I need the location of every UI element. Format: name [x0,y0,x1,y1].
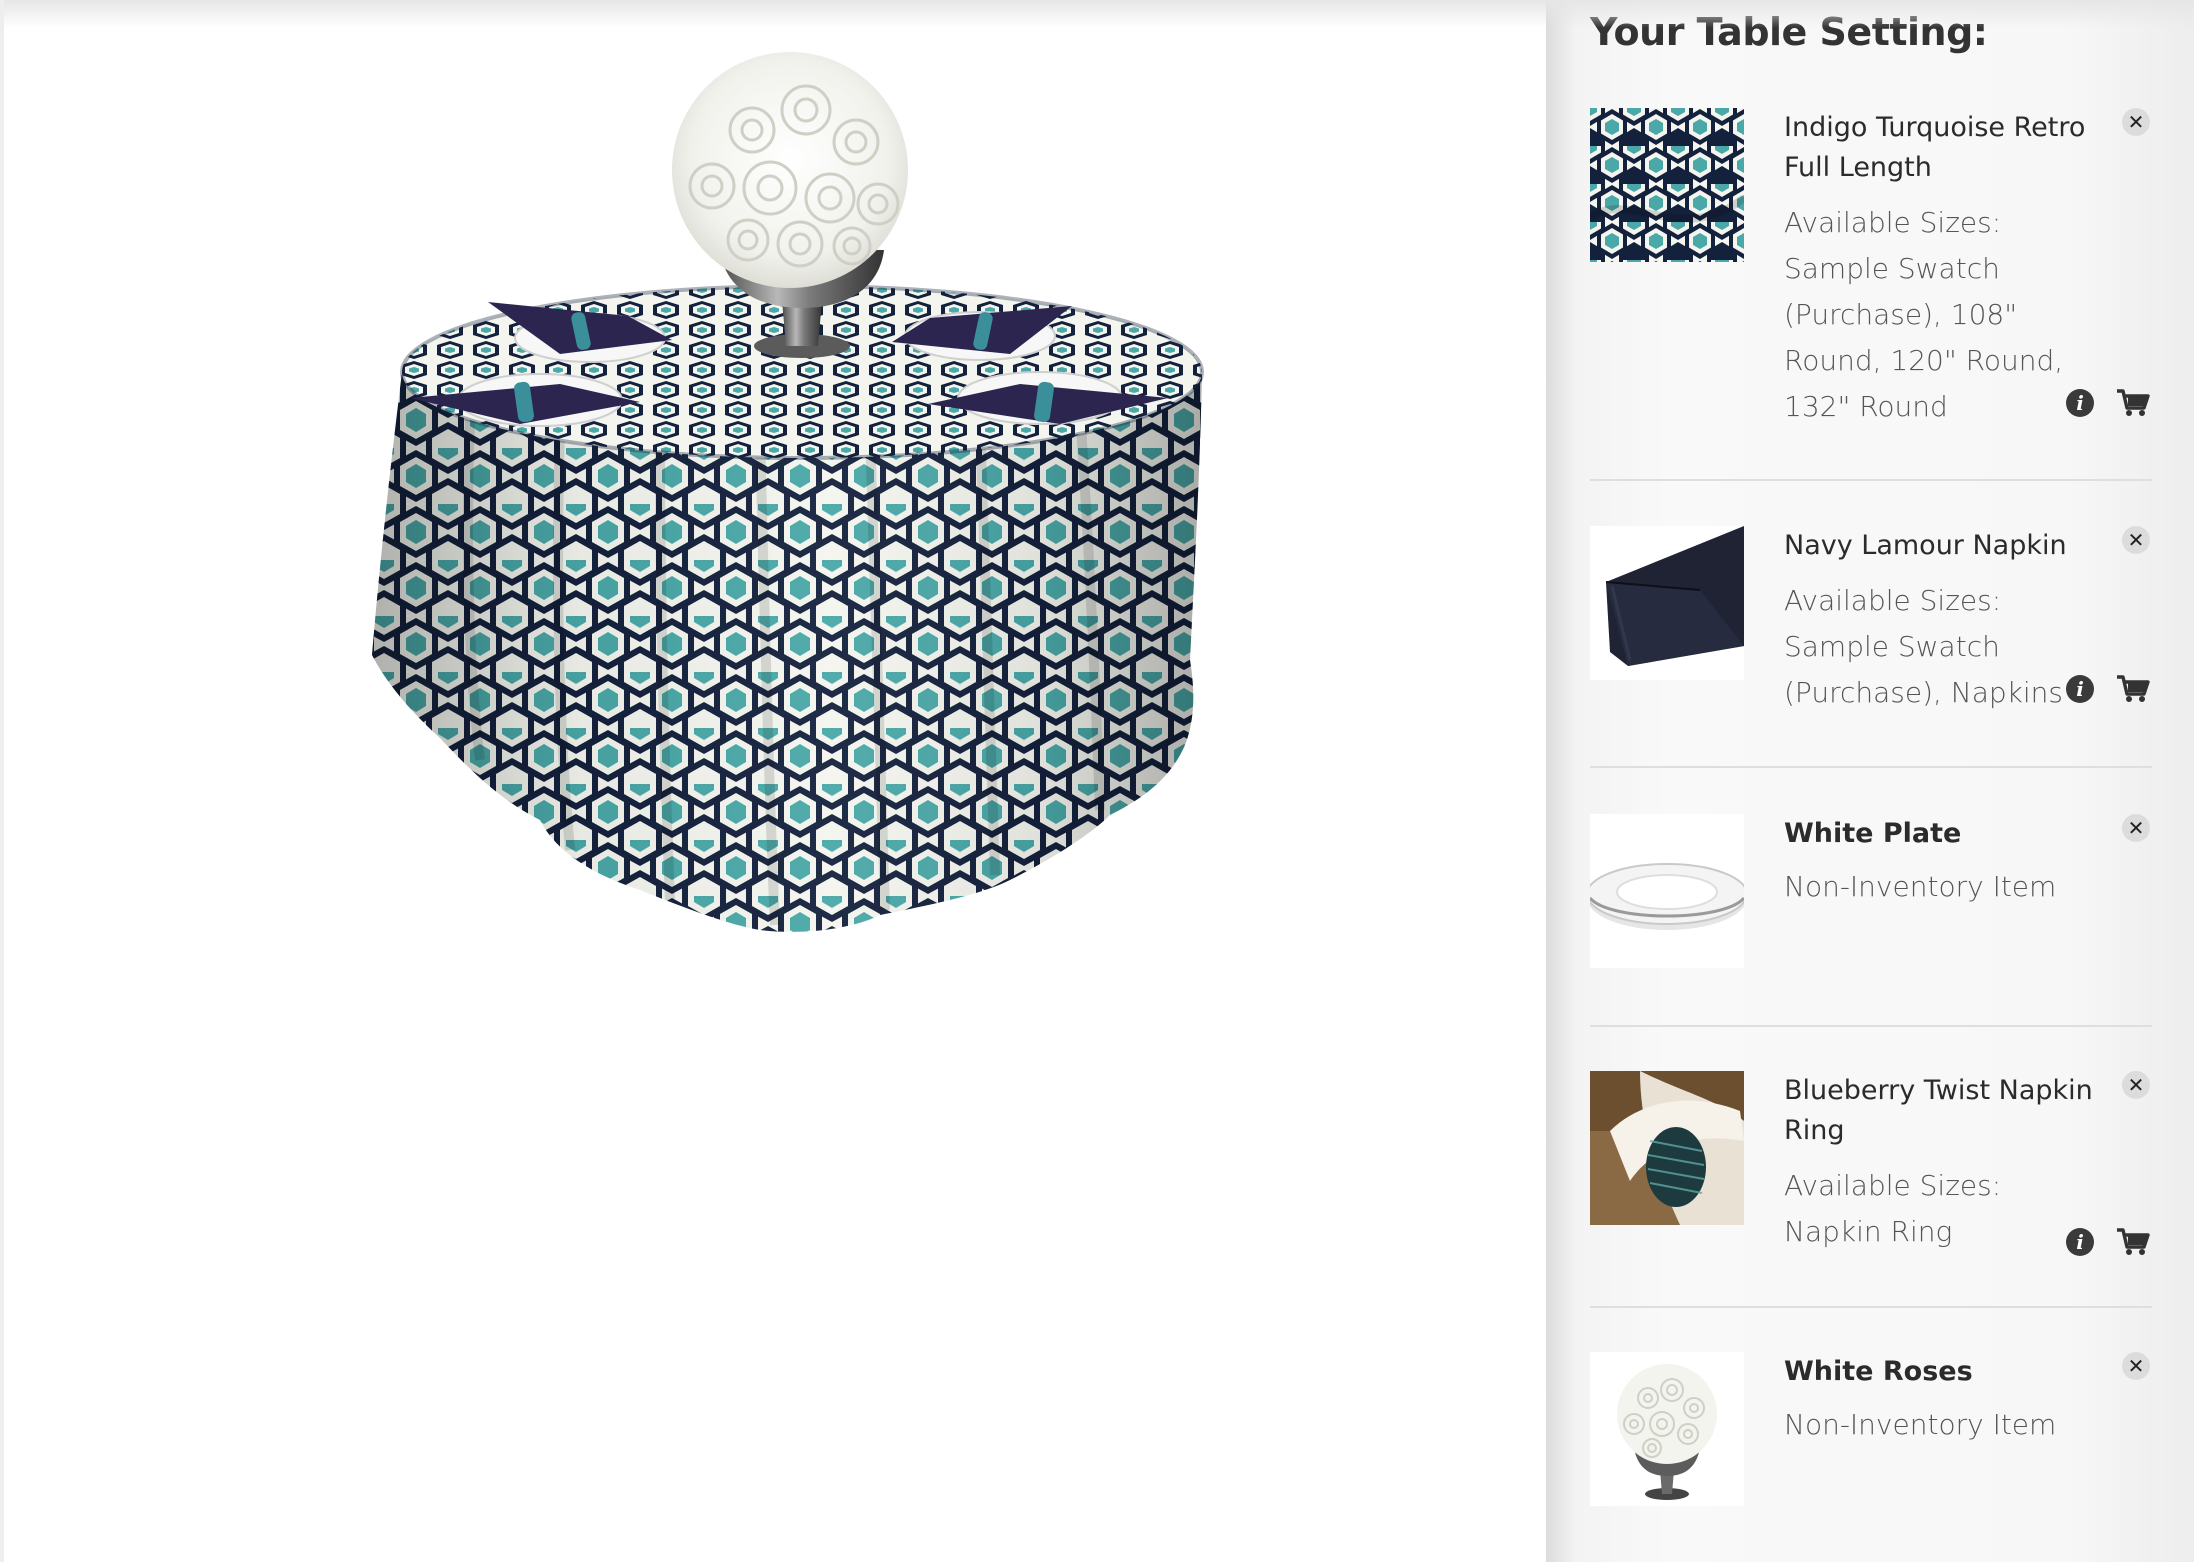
available-sizes-label: Available Sizes: [1784,206,2002,239]
item-thumbnail[interactable] [1590,814,1744,968]
remove-item-button[interactable]: ✕ [2122,814,2150,842]
item-thumbnail[interactable] [1590,1352,1744,1506]
rose-centerpiece-icon [1590,1352,1744,1506]
item-actions: i [2066,1227,2150,1257]
close-icon: ✕ [2127,1354,2145,1378]
item-name[interactable]: White Plate [1784,814,2094,854]
cart-icon[interactable] [2116,674,2150,704]
table-preview [0,0,1546,1562]
setting-item-roses: White Roses Non-Inventory Item ✕ [1590,1352,2150,1522]
item-name[interactable]: Navy Lamour Napkin [1784,526,2094,566]
available-sizes-label: Available Sizes: [1784,584,2002,617]
item-divider [1590,479,2152,481]
close-icon: ✕ [2127,110,2145,134]
available-sizes-value: Sample Swatch (Purchase), Napkins [1784,630,2064,709]
item-thumbnail[interactable] [1590,1071,1744,1225]
cart-icon[interactable] [2116,388,2150,418]
folded-napkin-icon [1590,526,1744,680]
item-note: Non-Inventory Item [1784,864,2084,910]
available-sizes-value: Sample Swatch (Purchase), 108" Round, 12… [1784,252,2064,423]
item-divider [1590,1306,2152,1308]
item-actions: i [2066,388,2150,418]
setting-item-napkin: Navy Lamour Napkin Available Sizes: Samp… [1590,526,2150,726]
remove-item-button[interactable]: ✕ [2122,1071,2150,1099]
item-sizes: Available Sizes: Sample Swatch (Purchase… [1784,200,2084,430]
item-thumbnail[interactable] [1590,526,1744,680]
item-name[interactable]: Blueberry Twist Napkin Ring [1784,1071,2094,1151]
remove-item-button[interactable]: ✕ [2122,1352,2150,1380]
item-sizes: Available Sizes: Sample Swatch (Purchase… [1784,578,2084,716]
hexagon-pattern-swatch-icon [1590,108,1744,262]
remove-item-button[interactable]: ✕ [2122,108,2150,136]
item-divider [1590,1025,2152,1027]
setting-item-napkin-ring: Blueberry Twist Napkin Ring Available Si… [1590,1071,2150,1271]
cart-icon[interactable] [2116,1227,2150,1257]
info-icon[interactable]: i [2066,389,2094,417]
close-icon: ✕ [2127,816,2145,840]
available-sizes-value: Napkin Ring [1784,1215,1953,1248]
setting-item-tablecloth: Indigo Turquoise Retro Full Length Avail… [1590,108,2150,428]
item-actions: i [2066,674,2150,704]
close-icon: ✕ [2127,1073,2145,1097]
info-icon[interactable]: i [2066,1228,2094,1256]
table-setting-app: Your Table Setting: Indigo Turquoise Ret… [0,0,2194,1562]
sidebar-title: Your Table Setting: [1590,10,1988,54]
info-icon[interactable]: i [2066,675,2094,703]
remove-item-button[interactable]: ✕ [2122,526,2150,554]
setting-item-plate: White Plate Non-Inventory Item ✕ [1590,814,2150,984]
item-name[interactable]: Indigo Turquoise Retro Full Length [1784,108,2094,188]
item-note: Non-Inventory Item [1784,1402,2084,1448]
item-name[interactable]: White Roses [1784,1352,2094,1392]
napkin-ring-icon [1590,1071,1744,1225]
available-sizes-label: Available Sizes: [1784,1169,2002,1202]
item-thumbnail[interactable] [1590,108,1744,262]
non-inventory-label: Non-Inventory Item [1784,1408,2057,1441]
item-sizes: Available Sizes: Napkin Ring [1784,1163,2084,1255]
non-inventory-label: Non-Inventory Item [1784,870,2057,903]
item-divider [1590,766,2152,768]
white-plate-icon [1590,814,1744,968]
table-preview-canvas [372,52,1204,932]
close-icon: ✕ [2127,528,2145,552]
table-setting-sidebar: Your Table Setting: Indigo Turquoise Ret… [1546,0,2194,1562]
